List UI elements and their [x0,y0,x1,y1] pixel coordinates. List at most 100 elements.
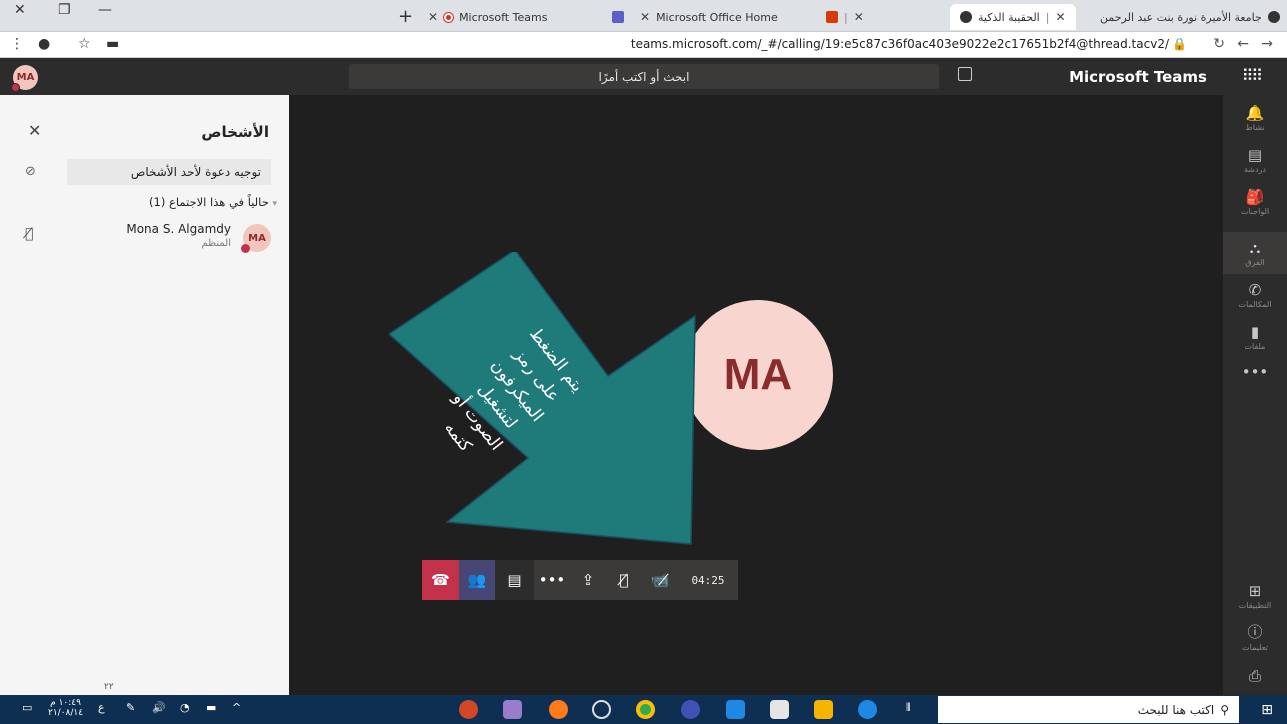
volume-icon[interactable]: 🔊 [152,701,166,714]
camera-app-icon[interactable] [592,700,611,719]
teams-header: MA ابحث أو اكتب أمرًا Microsoft Teams ⠿⠿ [0,58,1287,95]
taskbar-search-placeholder: اكتب هنا للبحث [1137,702,1215,717]
tab-label: الحقيبة الذكية [978,10,1040,24]
user-avatar[interactable]: MA [11,65,38,92]
rail-item-help[interactable]: ⓘ تعليمات [1223,615,1287,657]
app-icon[interactable] [503,700,522,719]
close-tab-icon[interactable]: ✕ [1055,10,1065,24]
people-pane: ✕ الأشخاص ⊘ توجيه دعوة لأحد الأشخاص حالي… [0,95,289,695]
rail-label: نشاط [1245,123,1265,132]
participant-role: المنظم [201,238,231,249]
restore-window-icon[interactable]: ❐ [58,2,71,18]
user-initials: MA [16,72,35,83]
reload-icon[interactable]: ↻ [1213,36,1225,52]
search-input[interactable]: ابحث أو اكتب أمرًا [349,64,939,89]
camera-toggle-button[interactable]: 📹̸ [642,560,678,600]
file-icon: ▮ [1250,323,1260,341]
invite-input[interactable]: توجيه دعوة لأحد الأشخاص [67,159,271,185]
participant-avatar[interactable]: MA [241,224,271,253]
call-timer: 04:25 [678,560,738,600]
download-app-button[interactable]: ⎙ [1223,655,1287,697]
tab-smart-bag[interactable]: الحقيبة الذكية | ✕ [950,4,1076,30]
hang-up-button[interactable]: ☎ [422,560,459,600]
tab-university[interactable]: جامعة الأميرة نورة بنت عبد الرحمن [1100,4,1280,30]
share-screen-button[interactable]: ⇪ [570,560,606,600]
tab-office-home[interactable]: ✕ Microsoft Office Home [612,4,778,30]
close-icon[interactable]: ✕ [28,121,41,140]
mail-icon[interactable] [726,700,745,719]
close-window-icon[interactable]: ✕ [14,2,26,18]
call-controls-group: ••• ⇪ 🎙̸ 📹̸ 04:25 [534,560,738,600]
tab-label: جامعة الأميرة نورة بنت عبد الرحمن [1100,10,1262,24]
globe-icon [1267,11,1280,23]
url-field[interactable]: teams.microsoft.com/_#/calling/19:e5c87c… [631,37,1169,51]
rail-item-chat[interactable]: ▤ دردشة [1223,139,1287,181]
annotation-arrow: يتم الضغط على رمز الميكرفون لتشغيل الصوت… [389,252,696,545]
keyboard-en-icon[interactable] [681,700,700,719]
rail-item-assignments[interactable]: 🎒 الواجبات [1223,181,1287,223]
show-chat-button[interactable]: ▤ [495,560,534,600]
back-icon[interactable]: → [1261,36,1273,52]
new-tab-button[interactable]: + [398,6,413,27]
rail-item-teams[interactable]: ⛬ الفرق [1223,232,1287,274]
rail-item-activity[interactable]: 🔔 نشاط [1223,97,1287,139]
pen-icon[interactable]: ✎ [126,701,135,714]
minimize-window-icon[interactable]: — [98,2,112,18]
tab-microsoft-teams[interactable]: ✕ Microsoft Teams [428,4,547,30]
task-view-icon[interactable]: ⫴ [906,701,911,715]
bookmark-star-icon[interactable]: ☆ [78,36,91,52]
address-bar: ⋮ ● ☆ ▬ teams.microsoft.com/_#/calling/1… [0,32,1287,58]
rail-label: المكالمات [1238,300,1272,309]
search-icon: ⚲ [1220,702,1229,717]
rail-item-calls[interactable]: ✆ المكالمات [1223,274,1287,316]
file-explorer-icon[interactable] [814,700,833,719]
clock[interactable]: ١٠:٤٩ م ٢١/٠٨/١٤ [48,698,83,718]
menu-dots-icon[interactable]: ⋮ [10,36,24,52]
close-tab-icon[interactable]: ✕ [640,10,650,24]
firefox-icon[interactable] [549,700,568,719]
lock-icon[interactable]: 🔒 [1172,37,1187,51]
chat-icon: ▤ [507,571,522,589]
close-tab-icon[interactable]: ✕ [428,10,438,24]
clock-date: ٢١/٠٨/١٤ [48,708,84,718]
edge-icon[interactable] [858,700,877,719]
more-apps-button[interactable]: ••• [1223,351,1287,393]
call-timer-text: 04:25 [691,573,725,587]
taskbar-search[interactable]: اكتب هنا للبحث ⚲ [938,696,1239,723]
chrome-icon[interactable] [636,700,655,719]
rail-label: التطبيقات [1238,601,1272,610]
windows-start-icon[interactable]: ⊞ [1261,702,1273,718]
wifi-icon[interactable]: ◔ [180,701,190,714]
office-favicon-icon [826,11,838,23]
recording-icon [444,12,454,22]
profile-icon[interactable]: ● [38,36,50,52]
status-dot [11,83,20,92]
browser-tab-strip: ✕ ❐ — + ✕ Microsoft Teams ✕ Microsoft Of… [0,0,1287,32]
link-icon: ⊘ [25,164,36,179]
invite-label: توجيه دعوة لأحد الأشخاص [130,165,261,179]
close-tab-icon[interactable]: ✕ [854,10,864,24]
extensions-icon[interactable]: ▬ [106,36,119,52]
section-header[interactable]: حالياً في هذا الاجتماع (1) ▾ [149,195,277,209]
camera-off-icon: 📹̸ [650,571,670,589]
battery-icon[interactable]: ▬ [206,701,216,714]
rail-item-apps[interactable]: ⊞ التطبيقات [1223,575,1287,617]
chevron-up-icon[interactable]: ^ [232,701,241,714]
microphone-toggle-button[interactable]: 🎙̸ [606,560,642,600]
share-screen-icon: ⇪ [581,571,595,589]
windows-taskbar: ▭ ١٠:٤٩ م ٢١/٠٨/١٤ ع ✎ 🔊 ◔ ▬ ^ ⫴ اكتب هن… [0,695,1287,724]
notifications-icon[interactable]: ▭ [22,701,32,714]
tab-office-loading[interactable]: | ✕ [826,4,864,30]
store-icon[interactable] [770,700,789,719]
language-indicator[interactable]: ع [98,701,105,714]
assignments-icon: 🎒 [1245,188,1265,206]
more-actions-button[interactable]: ••• [534,560,570,600]
rail-label: الفرق [1245,258,1265,267]
show-participants-button[interactable]: 👥 [459,560,495,600]
clock-time: ١٠:٤٩ م [50,698,81,708]
hang-up-icon: ☎ [431,571,450,589]
powerpoint-icon[interactable] [459,700,478,719]
app-launcher-icon[interactable]: ⠿⠿ [1242,66,1263,85]
new-chat-icon[interactable] [958,67,972,81]
forward-icon[interactable]: ← [1237,36,1249,52]
